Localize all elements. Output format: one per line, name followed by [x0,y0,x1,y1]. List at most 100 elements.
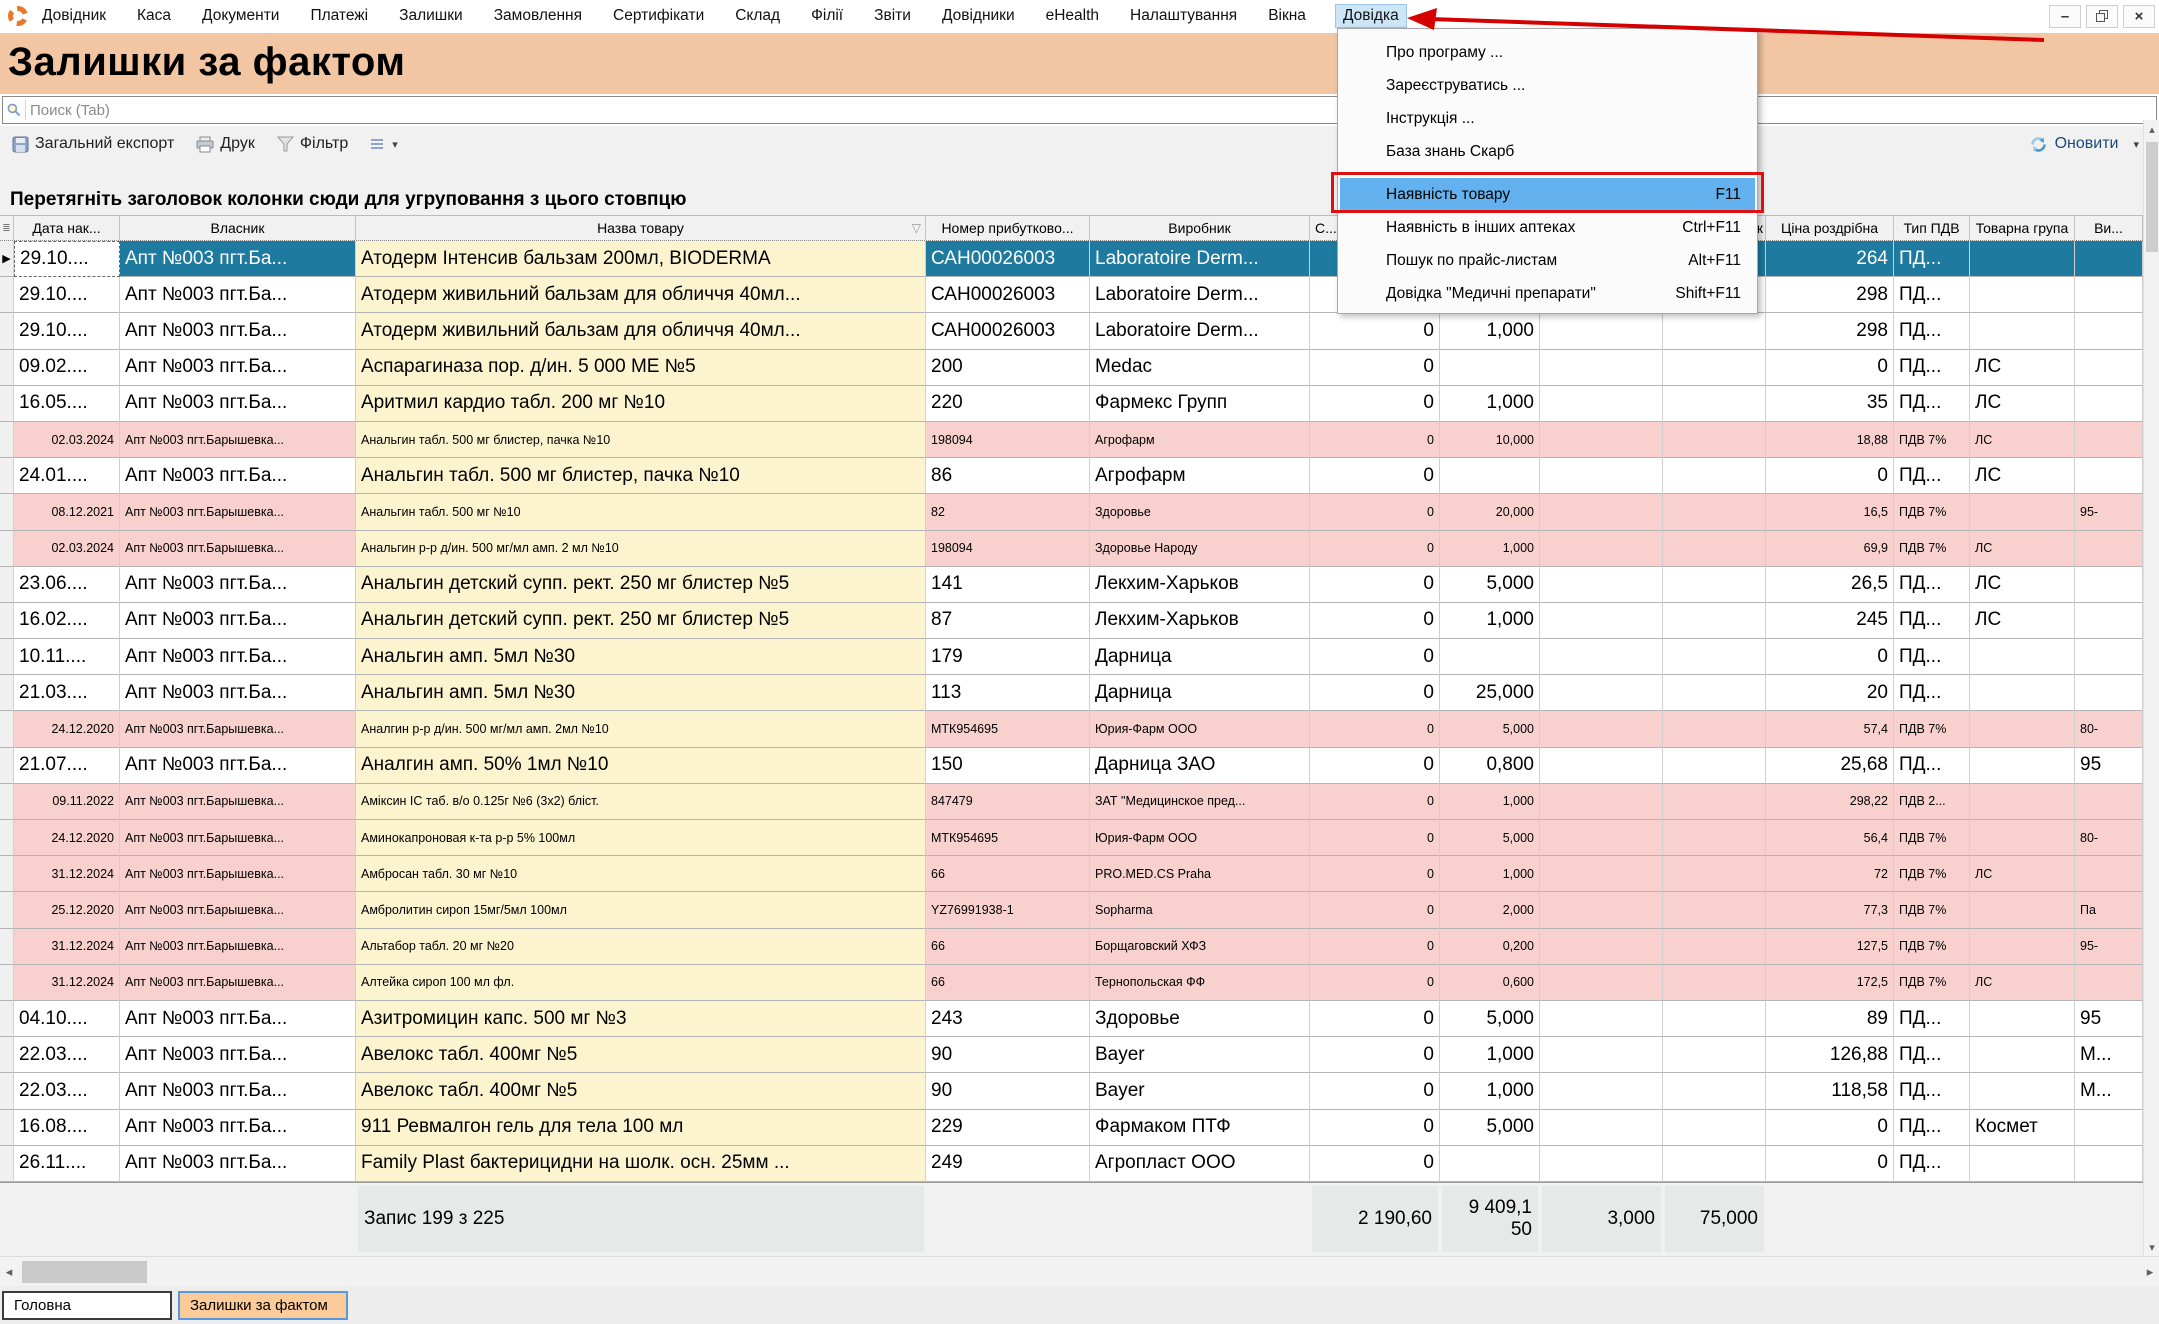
cell-v1[interactable]: 0 [1310,1001,1440,1037]
cell-ind[interactable] [0,1073,14,1109]
cell-group[interactable]: ЛС [1970,350,2075,386]
menubar-item-1[interactable]: Каса [135,4,173,28]
cell-date[interactable]: 08.12.2021 [14,494,120,530]
cell-name[interactable]: Анальгин детский супп. рект. 250 мг блис… [356,567,926,603]
cell-group[interactable]: ЛС [1970,531,2075,567]
cell-v3[interactable] [1540,1146,1663,1182]
cell-v2[interactable] [1440,350,1540,386]
cell-vat[interactable]: ПД... [1894,241,1970,277]
minimize-button[interactable]: – [2049,5,2081,28]
cell-v3[interactable] [1540,892,1663,928]
cell-v4[interactable] [1663,1001,1766,1037]
cell-date[interactable]: 10.11.... [14,639,120,675]
cell-v3[interactable] [1540,748,1663,784]
cell-group[interactable] [1970,1037,2075,1073]
cell-extra[interactable] [2075,965,2143,1001]
cell-v4[interactable] [1663,784,1766,820]
cell-date[interactable]: 31.12.2024 [14,929,120,965]
cell-name[interactable]: Алтейка сироп 100 мл фл. [356,965,926,1001]
cell-ind[interactable] [0,422,14,458]
cell-v1[interactable]: 0 [1310,313,1440,349]
cell-v1[interactable]: 0 [1310,458,1440,494]
bottom-tab-0[interactable]: Головна [2,1291,172,1320]
cell-manu[interactable]: ЗАТ "Медицинское пред... [1090,784,1310,820]
cell-vat[interactable]: ПДВ 7% [1894,494,1970,530]
column-header-extra[interactable]: Ви... [2075,216,2143,240]
cell-price[interactable]: 0 [1766,1146,1894,1182]
horizontal-scrollbar[interactable]: ◂ ▸ [0,1256,2159,1286]
cell-vat[interactable]: ПД... [1894,313,1970,349]
cell-extra[interactable]: 80- [2075,820,2143,856]
cell-date[interactable]: 24.01.... [14,458,120,494]
cell-date[interactable]: 26.11.... [14,1146,120,1182]
cell-owner[interactable]: Апт №003 пгт.Ба... [120,1037,356,1073]
cell-v1[interactable]: 0 [1310,639,1440,675]
cell-v1[interactable]: 0 [1310,386,1440,422]
cell-extra[interactable] [2075,603,2143,639]
cell-manu[interactable]: Дарница [1090,675,1310,711]
cell-manu[interactable]: PRO.MED.CS Praha [1090,856,1310,892]
cell-price[interactable]: 77,3 [1766,892,1894,928]
cell-owner[interactable]: Апт №003 пгт.Ба... [120,350,356,386]
cell-manu[interactable]: Лекхим-Харьков [1090,603,1310,639]
cell-v4[interactable] [1663,386,1766,422]
cell-price[interactable]: 126,88 [1766,1037,1894,1073]
vertical-scroll-thumb[interactable] [2146,142,2158,252]
cell-num[interactable]: 90 [926,1073,1090,1109]
cell-owner[interactable]: Апт №003 пгт.Ба... [120,1001,356,1037]
cell-name[interactable]: Аналгин амп. 50% 1мл №10 [356,748,926,784]
search-input[interactable] [30,99,2156,121]
filter-button[interactable]: Фільтр [271,132,354,156]
cell-v2[interactable]: 1,000 [1440,784,1540,820]
cell-manu[interactable]: Фармаком ПТФ [1090,1110,1310,1146]
cell-v1[interactable]: 0 [1310,1073,1440,1109]
cell-group[interactable] [1970,639,2075,675]
cell-num[interactable]: 179 [926,639,1090,675]
menubar-item-6[interactable]: Сертифікати [611,4,706,28]
help-menu-item-0[interactable]: Про програму ... [1338,36,1757,69]
cell-extra[interactable] [2075,856,2143,892]
cell-manu[interactable]: Sopharma [1090,892,1310,928]
cell-v4[interactable] [1663,892,1766,928]
cell-ind[interactable] [0,892,14,928]
cell-price[interactable]: 0 [1766,458,1894,494]
cell-vat[interactable]: ПДВ 7% [1894,422,1970,458]
cell-group[interactable] [1970,1073,2075,1109]
cell-num[interactable]: 141 [926,567,1090,603]
cell-price[interactable]: 18,88 [1766,422,1894,458]
cell-extra[interactable] [2075,639,2143,675]
cell-v3[interactable] [1540,386,1663,422]
cell-group[interactable] [1970,675,2075,711]
cell-name[interactable]: Амбросан табл. 30 мг №10 [356,856,926,892]
cell-group[interactable] [1970,820,2075,856]
cell-date[interactable]: 04.10.... [14,1001,120,1037]
cell-price[interactable]: 26,5 [1766,567,1894,603]
cell-price[interactable]: 0 [1766,350,1894,386]
cell-v2[interactable]: 25,000 [1440,675,1540,711]
cell-date[interactable]: 21.03.... [14,675,120,711]
cell-manu[interactable]: Здоровье [1090,1001,1310,1037]
cell-owner[interactable]: Апт №003 пгт.Ба... [120,386,356,422]
cell-v3[interactable] [1540,965,1663,1001]
cell-vat[interactable]: ПД... [1894,1037,1970,1073]
cell-name[interactable]: Аминокапроновая к-та р-р 5% 100мл [356,820,926,856]
cell-name[interactable]: Аспарагиназа пор. д/ин. 5 000 МЕ №5 [356,350,926,386]
cell-v4[interactable] [1663,567,1766,603]
table-row[interactable]: 31.12.2024Апт №003 пгт.Барышевка...Амбро… [0,856,2143,892]
cell-v4[interactable] [1663,820,1766,856]
cell-v4[interactable] [1663,531,1766,567]
cell-name[interactable]: Атодерм живильний бальзам для обличчя 40… [356,313,926,349]
cell-v4[interactable] [1663,458,1766,494]
cell-num[interactable]: 90 [926,1037,1090,1073]
cell-price[interactable]: 298 [1766,277,1894,313]
table-row[interactable]: 16.02....Апт №003 пгт.Ба...Анальгин детс… [0,603,2143,639]
cell-manu[interactable]: Фармекс Групп [1090,386,1310,422]
cell-group[interactable]: ЛС [1970,386,2075,422]
cell-v1[interactable]: 0 [1310,784,1440,820]
cell-owner[interactable]: Апт №003 пгт.Ба... [120,313,356,349]
horizontal-scroll-thumb[interactable] [22,1261,147,1283]
cell-v1[interactable]: 0 [1310,1037,1440,1073]
cell-v3[interactable] [1540,1110,1663,1146]
cell-num[interactable]: 150 [926,748,1090,784]
cell-price[interactable]: 20 [1766,675,1894,711]
